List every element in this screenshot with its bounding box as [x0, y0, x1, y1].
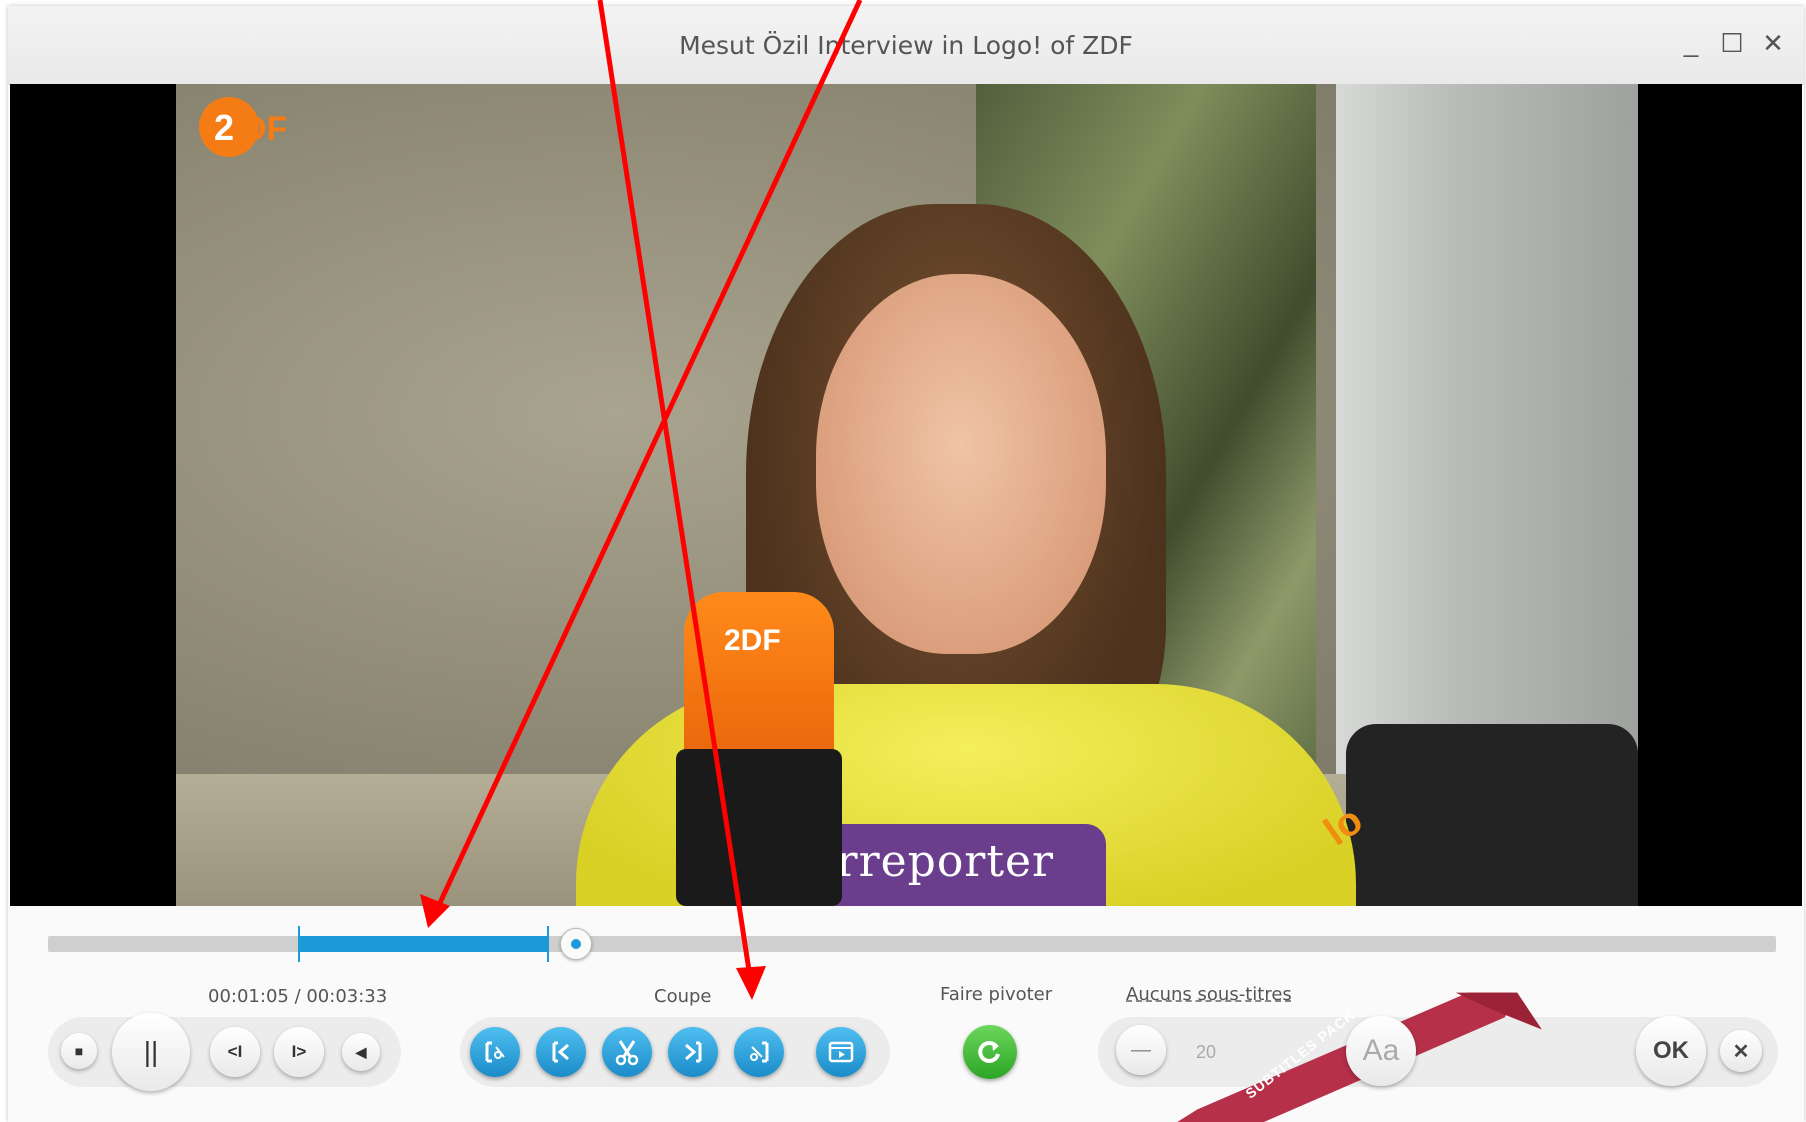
cancel-button[interactable]: ✕: [1720, 1030, 1762, 1072]
playhead-handle[interactable]: [560, 928, 593, 960]
volume-icon: ◀: [355, 1043, 367, 1060]
rotate-icon: [978, 1040, 1000, 1063]
cut-label: Coupe: [654, 986, 712, 1007]
selection-start-marker[interactable]: [298, 926, 300, 962]
scissors-icon: [615, 1040, 639, 1066]
chair: [1346, 724, 1638, 906]
video-display[interactable]: nderreporter 2DF lo 2 DF: [10, 84, 1802, 906]
minimize-button[interactable]: _: [1674, 26, 1708, 60]
cut-start-button[interactable]: [470, 1027, 520, 1077]
previous-frame-button[interactable]: <I: [210, 1027, 260, 1077]
set-end-button[interactable]: [668, 1027, 718, 1077]
next-frame-button[interactable]: I>: [274, 1027, 324, 1077]
font-icon: Aa: [1362, 1034, 1400, 1067]
set-end-icon: [685, 1041, 702, 1063]
player-window: Mesut Özil Interview in Logo! of ZDF _ ☐…: [8, 6, 1804, 1122]
close-window-button[interactable]: ✕: [1756, 26, 1790, 60]
mic-logo: 2DF: [724, 624, 781, 657]
microphone-foam: [676, 749, 842, 906]
stop-button[interactable]: ■: [61, 1033, 97, 1069]
face: [816, 274, 1106, 654]
film-preview-icon: [828, 1041, 854, 1063]
time-display: 00:01:05 / 00:03:33: [208, 986, 388, 1007]
video-frame: nderreporter 2DF lo 2 DF: [176, 84, 1638, 906]
pause-button[interactable]: ||: [112, 1013, 190, 1091]
scissors-button[interactable]: [602, 1027, 652, 1077]
font-style-button[interactable]: Aa: [1346, 1016, 1416, 1086]
cut-end-icon: [750, 1041, 769, 1063]
next-frame-icon: I>: [291, 1042, 307, 1061]
stop-icon: ■: [74, 1043, 84, 1059]
timeline-track[interactable]: [48, 926, 1776, 962]
svg-text:DF: DF: [242, 110, 287, 148]
set-start-button[interactable]: [536, 1027, 586, 1077]
ok-button[interactable]: OK: [1636, 1016, 1706, 1086]
title-bar: Mesut Özil Interview in Logo! of ZDF _ ☐…: [8, 6, 1804, 85]
previous-frame-icon: <I: [227, 1042, 243, 1061]
preview-button[interactable]: [816, 1027, 866, 1077]
microphone-head: [684, 592, 834, 772]
set-start-icon: [552, 1041, 569, 1063]
volume-button[interactable]: ◀: [342, 1033, 380, 1071]
rotate-button[interactable]: [963, 1025, 1017, 1079]
maximize-button[interactable]: ☐: [1715, 26, 1749, 60]
cut-start-icon: [485, 1041, 505, 1063]
ok-label: OK: [1653, 1037, 1689, 1064]
cut-end-button[interactable]: [734, 1027, 784, 1077]
svg-text:2: 2: [214, 107, 234, 148]
pause-icon: ||: [143, 1036, 159, 1067]
timeline-selection: [298, 936, 548, 952]
rotate-label: Faire pivoter: [940, 984, 1053, 1005]
selection-end-marker[interactable]: [547, 926, 549, 962]
window-title: Mesut Özil Interview in Logo! of ZDF: [679, 31, 1133, 60]
zdf-logo-icon: 2 DF: [199, 97, 287, 157]
cancel-icon: ✕: [1732, 1040, 1750, 1063]
